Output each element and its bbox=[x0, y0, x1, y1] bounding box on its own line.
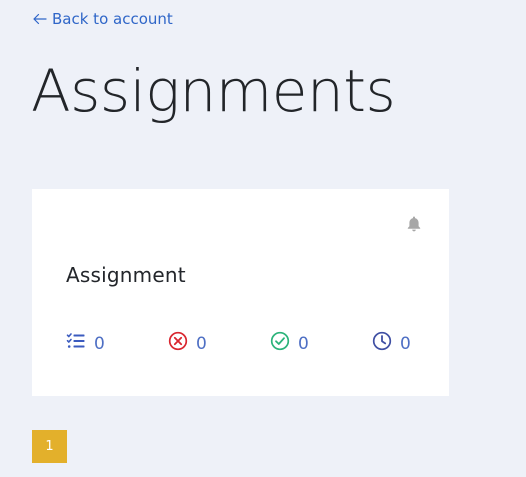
page-button-current[interactable]: 1 bbox=[32, 430, 67, 463]
stat-pending-value: 0 bbox=[400, 333, 411, 354]
page-title: Assignments bbox=[31, 57, 396, 125]
assignment-title[interactable]: Assignment bbox=[66, 263, 186, 287]
back-to-account-link[interactable]: Back to account bbox=[32, 8, 173, 30]
clock-icon bbox=[372, 331, 392, 356]
stat-pending: 0 bbox=[372, 331, 474, 356]
stat-passed-value: 0 bbox=[298, 333, 309, 354]
x-circle-icon bbox=[168, 331, 188, 356]
checklist-icon bbox=[66, 331, 86, 356]
stat-total: 0 bbox=[66, 331, 168, 356]
stat-passed: 0 bbox=[270, 331, 372, 356]
stat-failed: 0 bbox=[168, 331, 270, 356]
check-circle-icon bbox=[270, 331, 290, 356]
assignment-stats: 0 0 0 0 bbox=[66, 331, 474, 356]
pagination: 1 bbox=[32, 430, 67, 463]
back-to-account-label[interactable]: Back to account bbox=[52, 10, 173, 28]
assignment-card[interactable]: Assignment 0 0 0 0 bbox=[32, 189, 449, 396]
arrow-left-icon bbox=[32, 11, 48, 27]
stat-total-value: 0 bbox=[94, 333, 105, 354]
bell-icon[interactable] bbox=[405, 215, 423, 233]
stat-failed-value: 0 bbox=[196, 333, 207, 354]
